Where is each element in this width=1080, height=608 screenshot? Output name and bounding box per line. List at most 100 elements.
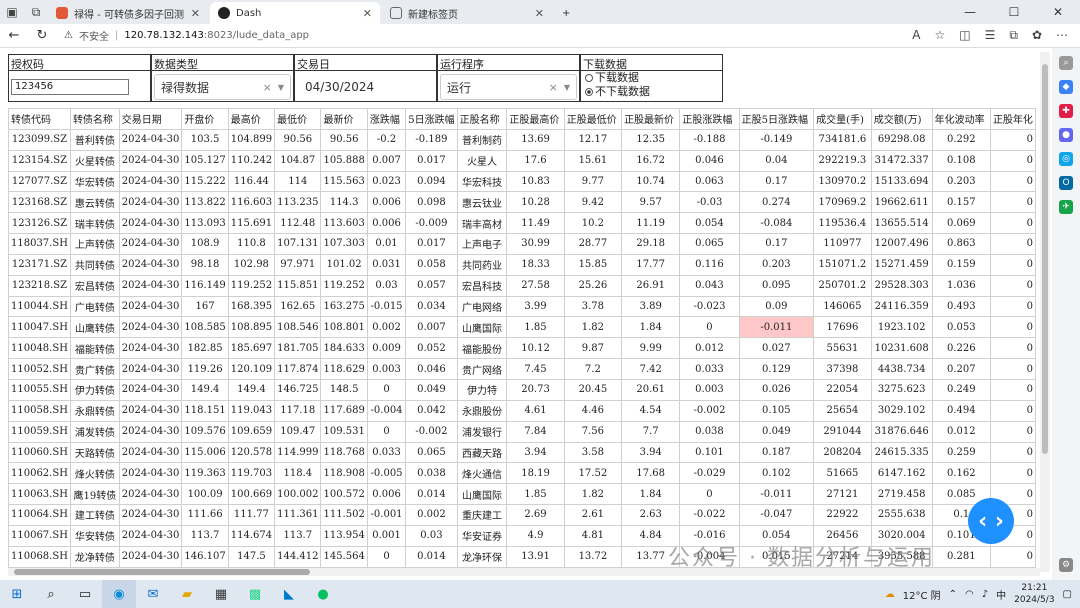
tab-new-tab[interactable]: 新建标签页 ✕ bbox=[382, 2, 552, 24]
table-cell[interactable]: 0.054 bbox=[679, 212, 740, 235]
table-cell[interactable]: 0.203 bbox=[931, 170, 991, 193]
table-cell[interactable]: 27.58 bbox=[506, 274, 565, 297]
table-cell[interactable]: 2024-04-30 bbox=[118, 274, 183, 297]
table-cell[interactable]: 烽火转债 bbox=[69, 462, 120, 485]
start-icon[interactable]: ⊞ bbox=[0, 580, 34, 608]
table-cell[interactable]: 170969.2 bbox=[813, 191, 872, 214]
table-cell[interactable]: 109.47 bbox=[274, 420, 322, 443]
auth-code-input[interactable]: 123456 bbox=[11, 79, 129, 95]
table-cell[interactable]: 0 bbox=[989, 128, 1036, 151]
table-cell[interactable]: 27121 bbox=[813, 483, 872, 506]
table-cell[interactable]: 9.99 bbox=[621, 337, 681, 360]
table-cell[interactable]: 浦发转债 bbox=[69, 420, 120, 443]
table-cell[interactable]: 0.863 bbox=[931, 233, 991, 255]
column-header[interactable]: 最新价 bbox=[320, 108, 368, 130]
table-cell[interactable]: 119.26 bbox=[181, 358, 229, 380]
table-cell[interactable]: 108.546 bbox=[274, 316, 322, 339]
table-cell[interactable]: 0.042 bbox=[405, 399, 458, 422]
table-cell[interactable]: 1.036 bbox=[931, 274, 991, 297]
table-cell[interactable]: 123099.SZ bbox=[8, 128, 71, 151]
tray-chevron-icon[interactable]: ⌃ bbox=[949, 589, 957, 600]
table-cell[interactable]: 天路转债 bbox=[69, 441, 120, 464]
table-cell[interactable]: 146.107 bbox=[181, 545, 229, 568]
table-cell[interactable]: 111.66 bbox=[181, 504, 229, 526]
table-cell[interactable]: 0.494 bbox=[931, 399, 991, 422]
table-cell[interactable]: 2.69 bbox=[506, 504, 565, 526]
table-cell[interactable]: 31876.646 bbox=[870, 420, 933, 443]
table-cell[interactable]: 4.46 bbox=[563, 399, 623, 422]
column-header[interactable]: 最低价 bbox=[274, 108, 322, 130]
table-cell[interactable]: 0.281 bbox=[931, 545, 991, 568]
table-cell[interactable]: 123168.SZ bbox=[8, 191, 71, 214]
table-cell[interactable]: 110047.SH bbox=[8, 316, 71, 339]
table-cell[interactable]: 共同药业 bbox=[456, 253, 508, 276]
table-cell[interactable]: 0.014 bbox=[405, 483, 458, 506]
table-cell[interactable]: 伊力特 bbox=[456, 378, 508, 401]
table-cell[interactable]: 0.027 bbox=[738, 337, 815, 360]
table-cell[interactable]: 0.046 bbox=[679, 149, 740, 172]
download-radio-yes[interactable]: 下载数据 bbox=[581, 71, 722, 85]
search-icon[interactable]: ⌕ bbox=[1059, 56, 1073, 70]
table-cell[interactable]: 1.82 bbox=[563, 316, 623, 339]
table-cell[interactable]: 31472.337 bbox=[870, 149, 933, 172]
download-radio-no[interactable]: 不下载数据 bbox=[581, 85, 722, 99]
table-cell[interactable]: 113.7 bbox=[274, 524, 322, 547]
collections-icon[interactable]: ⧉ bbox=[1009, 28, 1018, 43]
table-cell[interactable]: 119536.4 bbox=[813, 212, 872, 235]
table-cell[interactable]: 0 bbox=[989, 337, 1036, 360]
table-cell[interactable]: 贵广网络 bbox=[456, 358, 508, 380]
table-cell[interactable]: 115.222 bbox=[181, 170, 229, 193]
table-cell[interactable]: 0.03 bbox=[405, 524, 458, 547]
table-cell[interactable]: 17.68 bbox=[621, 462, 681, 485]
table-cell[interactable]: -0.188 bbox=[679, 128, 740, 151]
table-cell[interactable]: 105.888 bbox=[320, 149, 368, 172]
table-cell[interactable]: 0.038 bbox=[679, 420, 740, 443]
column-header[interactable]: 正股最低价 bbox=[563, 108, 623, 130]
task-view-icon[interactable]: ▭ bbox=[68, 580, 102, 608]
table-cell[interactable]: 2024-04-30 bbox=[118, 378, 183, 401]
table-cell[interactable]: 0.108 bbox=[931, 149, 991, 172]
outlook-icon[interactable]: O bbox=[1059, 176, 1073, 190]
table-cell[interactable]: 90.56 bbox=[274, 128, 322, 151]
table-cell[interactable]: 114 bbox=[274, 170, 322, 193]
table-cell[interactable]: 华宏科技 bbox=[456, 170, 508, 193]
table-cell[interactable]: 110048.SH bbox=[8, 337, 71, 360]
table-cell[interactable]: 普利转债 bbox=[69, 128, 120, 151]
table-cell[interactable]: 0.157 bbox=[931, 191, 991, 214]
folder-icon[interactable]: ▰ bbox=[170, 580, 204, 608]
table-cell[interactable]: 109.576 bbox=[181, 420, 229, 443]
table-cell[interactable]: 117.689 bbox=[320, 399, 368, 422]
table-cell[interactable]: -0.011 bbox=[738, 316, 815, 339]
table-cell[interactable]: 17.77 bbox=[621, 253, 681, 276]
table-cell[interactable]: 2024-04-30 bbox=[118, 128, 183, 151]
table-cell[interactable]: 100.572 bbox=[320, 483, 368, 506]
table-cell[interactable]: 2719.458 bbox=[870, 483, 933, 506]
table-cell[interactable]: 9.77 bbox=[563, 170, 623, 193]
table-cell[interactable]: 0.049 bbox=[738, 420, 815, 443]
table-cell[interactable]: 0.063 bbox=[679, 170, 740, 193]
network-icon[interactable]: ◠ bbox=[965, 589, 974, 600]
table-cell[interactable]: 104.87 bbox=[274, 149, 322, 172]
table-cell[interactable]: 110063.SH bbox=[8, 483, 71, 506]
table-cell[interactable]: 7.7 bbox=[621, 420, 681, 443]
table-cell[interactable]: 110052.SH bbox=[8, 358, 71, 380]
table-cell[interactable]: 112.48 bbox=[274, 212, 322, 235]
table-cell[interactable]: 上声转债 bbox=[69, 233, 120, 255]
table-cell[interactable]: 0.017 bbox=[405, 149, 458, 172]
table-cell[interactable]: 上声电子 bbox=[456, 233, 508, 255]
table-cell[interactable]: 0 bbox=[989, 420, 1036, 443]
table-cell[interactable]: 7.2 bbox=[563, 358, 623, 380]
table-cell[interactable]: 19662.611 bbox=[870, 191, 933, 214]
table-cell[interactable]: 146.725 bbox=[274, 378, 322, 401]
table-cell[interactable]: 182.85 bbox=[181, 337, 229, 360]
table-cell[interactable]: 0.105 bbox=[738, 399, 815, 422]
table-cell[interactable]: 0.034 bbox=[405, 295, 458, 318]
table-cell[interactable]: 111.502 bbox=[320, 504, 368, 526]
table-cell[interactable]: 25.26 bbox=[563, 274, 623, 297]
table-cell[interactable]: 107.131 bbox=[274, 233, 322, 255]
table-cell[interactable]: 114.674 bbox=[227, 524, 276, 547]
table-cell[interactable]: 162.65 bbox=[274, 295, 322, 318]
table-cell[interactable]: 福能转债 bbox=[69, 337, 120, 360]
table-cell[interactable]: 110067.SH bbox=[8, 524, 71, 547]
table-cell[interactable]: 111.77 bbox=[227, 504, 276, 526]
